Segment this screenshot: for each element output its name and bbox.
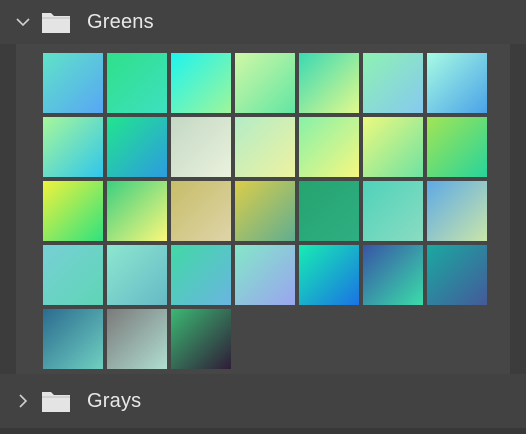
gradient-swatch[interactable]	[363, 181, 423, 241]
gradient-swatch[interactable]	[43, 181, 103, 241]
gradient-swatch[interactable]	[299, 181, 359, 241]
gradient-swatch[interactable]	[363, 53, 423, 113]
panel-bottom-edge	[0, 428, 526, 434]
gradient-swatch[interactable]	[363, 245, 423, 305]
chevron-down-icon[interactable]	[14, 13, 32, 31]
gradient-swatch[interactable]	[171, 117, 231, 177]
gradient-swatch[interactable]	[427, 117, 487, 177]
gradient-swatch[interactable]	[107, 53, 167, 113]
chevron-right-icon[interactable]	[14, 392, 32, 410]
gradient-swatch[interactable]	[235, 245, 295, 305]
gradient-swatch[interactable]	[171, 309, 231, 369]
gradient-swatch[interactable]	[299, 117, 359, 177]
gradient-swatch[interactable]	[171, 245, 231, 305]
swatches-panel: Greens Grays	[0, 0, 526, 434]
gradient-swatch[interactable]	[427, 245, 487, 305]
gradient-swatch[interactable]	[43, 53, 103, 113]
gradient-swatch[interactable]	[171, 181, 231, 241]
gradient-swatch[interactable]	[107, 117, 167, 177]
gradient-swatch[interactable]	[427, 181, 487, 241]
group-title-grays: Grays	[87, 390, 142, 412]
gradient-swatch[interactable]	[43, 117, 103, 177]
gradient-swatch[interactable]	[107, 245, 167, 305]
folder-icon	[42, 392, 70, 412]
group-title-greens: Greens	[87, 11, 154, 33]
gradient-swatch[interactable]	[427, 53, 487, 113]
gradient-swatch[interactable]	[171, 53, 231, 113]
gradient-swatch[interactable]	[235, 53, 295, 113]
folder-icon	[42, 13, 70, 33]
gradient-swatch[interactable]	[43, 309, 103, 369]
gradient-swatch[interactable]	[107, 309, 167, 369]
gradient-swatch[interactable]	[107, 181, 167, 241]
gradient-swatch[interactable]	[235, 117, 295, 177]
gradient-swatch[interactable]	[235, 181, 295, 241]
gradient-swatch[interactable]	[43, 245, 103, 305]
gradient-swatch[interactable]	[363, 117, 423, 177]
group-header-greens[interactable]: Greens	[0, 0, 526, 44]
gradient-swatch[interactable]	[299, 53, 359, 113]
group-header-grays[interactable]: Grays	[0, 374, 526, 428]
gradient-swatch[interactable]	[299, 245, 359, 305]
